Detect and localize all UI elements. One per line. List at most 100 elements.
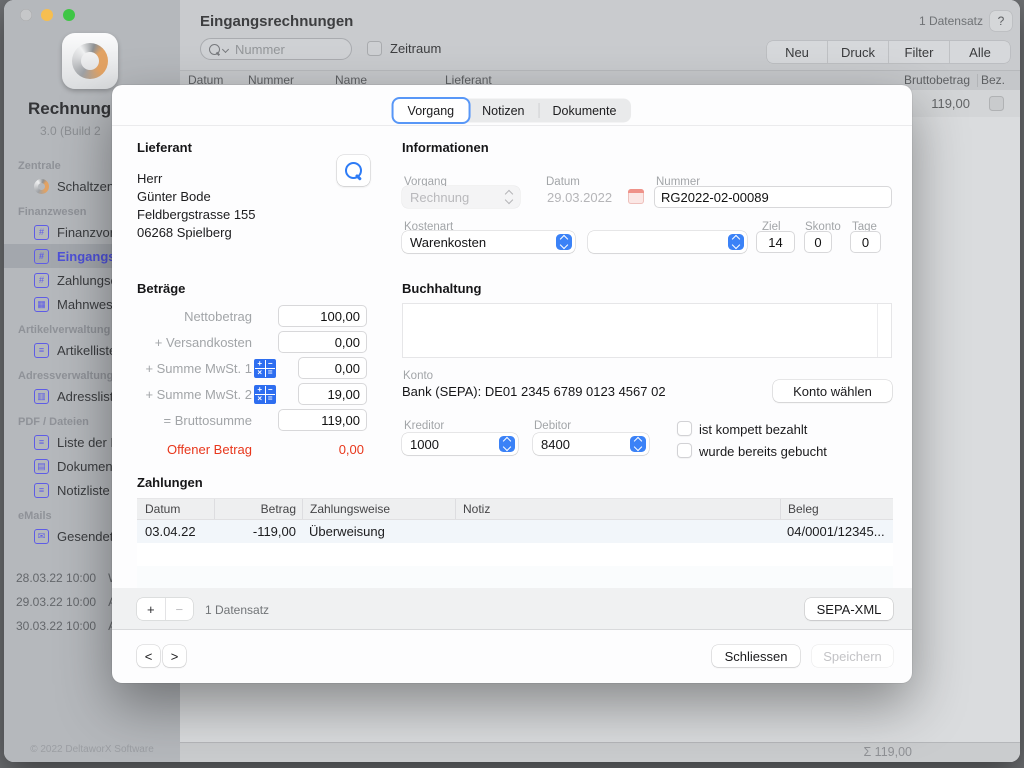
add-remove-control: + − [137, 598, 193, 620]
alle-button[interactable]: Alle [949, 41, 1010, 63]
offener-betrag-value: 0,00 [339, 442, 367, 457]
search-icon [345, 162, 362, 179]
search-input[interactable] [233, 41, 343, 58]
chevron-down-icon [222, 45, 229, 52]
address-line: 06268 Spielberg [137, 224, 256, 242]
datum-value: 29.03.2022 [547, 190, 612, 205]
kostenart-select[interactable]: Warenkosten [402, 231, 575, 253]
remove-zahlung-button[interactable]: − [165, 598, 194, 620]
zeitraum-label: Zeitraum [390, 41, 441, 56]
dialog-tabs: Vorgang Notizen Dokumente [394, 99, 631, 122]
betrag-row-versand: + Versandkosten [137, 329, 367, 355]
previous-record-button[interactable]: < [137, 645, 160, 667]
speichern-button[interactable]: Speichern [812, 645, 893, 667]
image-icon: ▤ [34, 459, 49, 474]
kreditor-select[interactable]: 1000 [402, 433, 518, 455]
neu-button[interactable]: Neu [767, 41, 827, 63]
list-icon: ≡ [34, 483, 49, 498]
skonto-input[interactable] [804, 231, 832, 253]
informationen-heading: Informationen [402, 140, 892, 156]
app-title: Rechnungl [28, 99, 116, 119]
betraege-heading: Beträge [137, 281, 367, 297]
sepa-xml-button[interactable]: SEPA-XML [805, 598, 893, 620]
buchhaltung-heading: Buchhaltung [402, 281, 892, 297]
zahlungen-table-header: Datum Betrag Zahlungsweise Notiz Beleg [137, 499, 893, 520]
zeitraum-control: Zeitraum [367, 41, 441, 56]
col-notiz[interactable]: Notiz [455, 499, 780, 519]
zahlung-beleg: 04/0001/12345... [780, 524, 893, 539]
versandkosten-input[interactable] [278, 331, 367, 353]
lieferant-heading: Lieferant [137, 140, 256, 156]
toolbar: Eingangsrechnungen Zeitraum 1 Datensatz … [180, 0, 1020, 70]
hash-icon: # [34, 225, 49, 240]
druck-button[interactable]: Druck [827, 41, 888, 63]
datum-label: Datum [546, 176, 580, 188]
buchhaltung-notes-textarea[interactable] [402, 303, 892, 358]
lieferant-address: Herr Günter Bode Feldbergstrasse 155 062… [137, 170, 256, 242]
calendar-icon: ▦ [34, 297, 49, 312]
contact-card-icon: ▥ [34, 389, 49, 404]
window-minimize-button[interactable] [41, 9, 53, 21]
versandkosten-label: + Versandkosten [137, 335, 252, 350]
informationen-section: Informationen Vorgang Rechnung Datum 29.… [402, 140, 892, 156]
zahlung-betrag: -119,00 [214, 524, 302, 539]
tab-vorgang[interactable]: Vorgang [394, 99, 469, 122]
window-zoom-button[interactable] [63, 9, 75, 21]
ist-bezahlt-checkbox[interactable] [677, 421, 692, 436]
app-icon [62, 33, 118, 89]
search-icon [209, 44, 220, 55]
col-datum[interactable]: Datum [137, 499, 214, 519]
sidebar-item-label: Notizliste [57, 483, 110, 498]
bruttosumme-input[interactable] [278, 409, 367, 431]
column-header-bez[interactable]: Bez. [981, 71, 1005, 90]
nettobetrag-input[interactable] [278, 305, 367, 327]
filter-button[interactable]: Filter [888, 41, 949, 63]
secondary-select[interactable] [588, 231, 747, 253]
hash-icon: # [34, 273, 49, 288]
bereits-gebucht-checkbox[interactable] [677, 443, 692, 458]
col-zahlungsweise[interactable]: Zahlungsweise [302, 499, 455, 519]
mwst2-input[interactable] [298, 383, 367, 405]
calculator-icon[interactable]: +−×= [254, 385, 276, 404]
calendar-icon[interactable] [628, 189, 644, 204]
debitor-value: 8400 [541, 437, 570, 452]
zahlung-row[interactable]: 03.04.22 -119,00 Überweisung 04/0001/123… [137, 520, 893, 543]
search-field[interactable] [200, 38, 352, 60]
tab-divider [112, 125, 912, 126]
tage-input[interactable] [850, 231, 881, 253]
betrag-row-mwst2: + Summe MwSt. 2 +−×= [137, 381, 367, 407]
tab-notizen[interactable]: Notizen [468, 99, 538, 122]
schliessen-button[interactable]: Schliessen [712, 645, 800, 667]
row-bezahlt-checkbox[interactable] [989, 96, 1004, 111]
add-zahlung-button[interactable]: + [137, 598, 165, 620]
window-close-button[interactable] [20, 9, 32, 21]
col-betrag[interactable]: Betrag [214, 499, 302, 519]
kostenart-value: Warenkosten [410, 235, 486, 250]
nummer-input[interactable] [654, 186, 892, 208]
help-button[interactable]: ? [990, 11, 1012, 31]
list-icon: ≡ [34, 343, 49, 358]
empty-row [137, 566, 893, 589]
calculator-icon[interactable]: +−×= [254, 359, 276, 378]
konto-waehlen-button[interactable]: Konto wählen [773, 380, 892, 402]
zahlungen-section: Zahlungen Datum Betrag Zahlungsweise Not… [137, 475, 893, 491]
mwst2-label: + Summe MwSt. 2 [137, 387, 252, 402]
address-line: Feldbergstrasse 155 [137, 206, 256, 224]
vorgang-select: Rechnung [402, 186, 520, 208]
zeitraum-checkbox[interactable] [367, 41, 382, 56]
debitor-label: Debitor [534, 420, 571, 432]
buchhaltung-section: Buchhaltung Konto Bank (SEPA): DE01 2345… [402, 281, 892, 297]
column-header-bruttobetrag[interactable]: Bruttobetrag [904, 71, 970, 90]
log-time: 30.03.22 10:00 [16, 614, 96, 638]
ziel-input[interactable] [756, 231, 795, 253]
lieferant-search-button[interactable] [337, 155, 370, 186]
nettobetrag-label: Nettobetrag [137, 309, 252, 324]
debitor-select[interactable]: 8400 [533, 433, 649, 455]
col-beleg[interactable]: Beleg [780, 499, 893, 519]
mwst1-input[interactable] [298, 357, 367, 379]
stepper-icon [501, 189, 517, 205]
bereits-gebucht-label: wurde bereits gebucht [699, 444, 827, 459]
next-record-button[interactable]: > [163, 645, 186, 667]
tab-dokumente[interactable]: Dokumente [539, 99, 631, 122]
copyright: © 2022 DeltaworX Software [4, 744, 180, 755]
